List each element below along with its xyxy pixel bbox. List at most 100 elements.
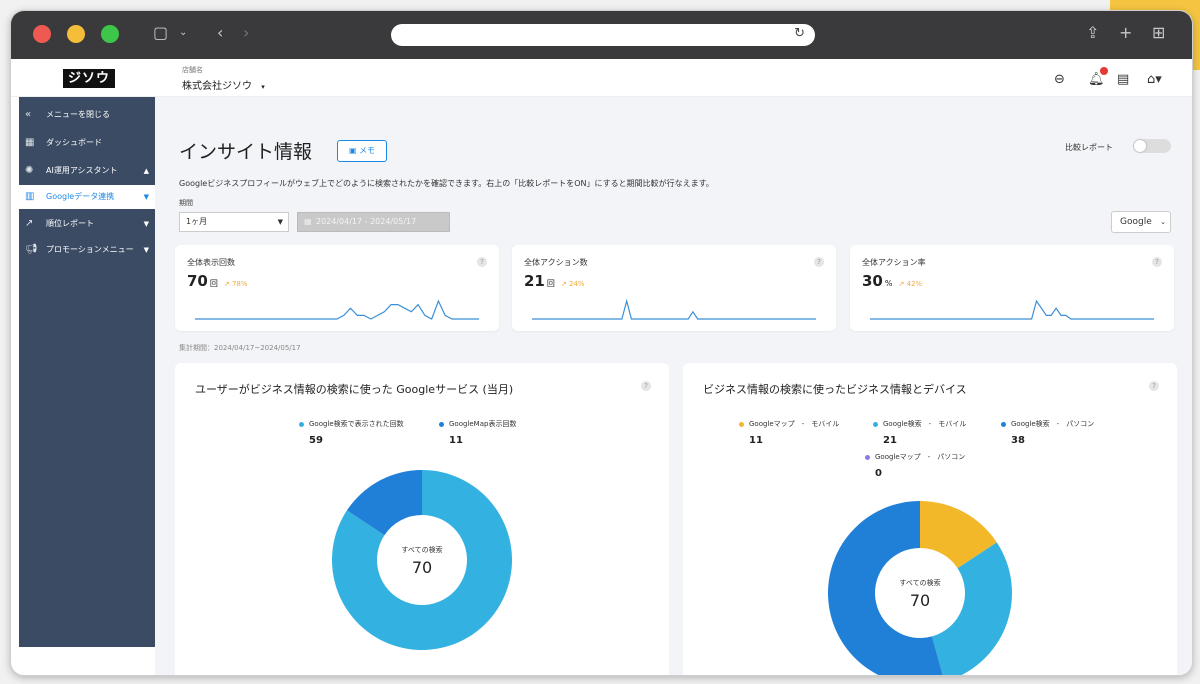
kpi-title: 全体表示回数 <box>187 258 235 267</box>
kpi-value-row: 21 回 ↗ 24% <box>524 272 585 290</box>
notification-badge <box>1100 67 1108 75</box>
donut-center-label: すべての検索 <box>899 579 941 587</box>
page-description: Googleビジネスプロフィールがウェブ上でどのように検索されたかを確認できます… <box>179 179 714 188</box>
kpi-trend: ↗ 78% <box>223 280 248 288</box>
bar-chart-icon: ▥ <box>25 191 35 202</box>
kpi-value-row: 30% ↗ 42% <box>862 272 922 290</box>
address-bar[interactable]: ↻ <box>391 24 815 46</box>
caret-up-icon: ▲ <box>143 167 149 175</box>
kpi-value-row: 70 回 ↗ 78% <box>187 272 248 290</box>
store-icon[interactable]: ⌂▾ <box>1147 72 1162 87</box>
sidebar-item-close-menu[interactable]: « メニューを閉じる <box>19 103 155 127</box>
kpi-value: 30 <box>862 272 883 290</box>
source-value: Google <box>1120 217 1152 227</box>
kpi-trend: ↗ 42% <box>898 280 923 288</box>
sidebar-item-google-data[interactable]: ▥ Googleデータ連携 ▼ <box>19 185 155 209</box>
caret-down-icon: ▼ <box>277 218 283 226</box>
google-service-panel: ユーザーがビジネス情報の検索に使った Googleサービス (当月) ? Goo… <box>175 363 669 675</box>
megaphone-icon: 📢︎ <box>25 244 38 255</box>
donut-chart <box>332 470 512 650</box>
chevron-down-icon: ⌄ <box>1160 218 1166 226</box>
memo-button[interactable]: ▣ メモ <box>337 140 387 162</box>
compare-report-label: 比較レポート <box>1065 143 1113 152</box>
date-range-field[interactable]: ▦ 2024/04/17 - 2024/05/17 <box>297 212 450 232</box>
kpi-title: 全体アクション数 <box>524 258 588 267</box>
help-icon[interactable]: ? <box>814 257 824 267</box>
sidebar-item-label: 順位レポート <box>46 219 94 228</box>
sparkline-chart <box>532 298 816 320</box>
compare-report-toggle[interactable] <box>1133 139 1171 153</box>
source-select[interactable]: Google ⌄ <box>1111 211 1171 233</box>
sidebar-item-label: AI運用アシスタント <box>46 166 118 175</box>
sidebar-item-label: メニューを閉じる <box>46 110 110 119</box>
reload-icon[interactable]: ↻ <box>794 26 805 41</box>
shop-selector[interactable]: 株式会社ジソウ ▾ <box>182 77 265 92</box>
browser-titlebar: ▢ ⌄ ‹ › ↻ ⇪ + ⊞ <box>11 11 1192 59</box>
chevron-down-icon[interactable]: ⌄ <box>179 27 187 38</box>
trend-line-icon: ↗ <box>25 218 34 229</box>
new-tab-icon[interactable]: + <box>1119 23 1132 42</box>
kpi-trend: ↗ 24% <box>560 280 585 288</box>
help-icon[interactable]: ? <box>1152 257 1162 267</box>
tab-overview-icon[interactable]: ⊞ <box>1152 23 1165 42</box>
sparkline-chart <box>195 299 479 320</box>
calendar-icon: ▦ <box>304 217 312 226</box>
ai-assistant-icon: ✺ <box>25 165 34 176</box>
book-icon[interactable]: ▤ <box>1117 72 1129 87</box>
maximize-window-button[interactable] <box>101 25 119 43</box>
page-title: インサイト情報 <box>179 141 313 163</box>
sidebar-item-label: プロモーションメニュー <box>46 245 134 254</box>
app-header: ジソウ 店舗名 株式会社ジソウ ▾ ⊖ 🔔︎ ▤ ⌂▾ <box>11 59 1192 97</box>
double-chevron-left-icon: « <box>25 109 32 120</box>
help-icon[interactable]: ? <box>477 257 487 267</box>
caret-down-icon: ▼ <box>143 193 149 201</box>
close-window-button[interactable] <box>33 25 51 43</box>
caret-down-icon: ▼ <box>143 220 149 228</box>
donut-center-label: すべての検索 <box>401 546 443 554</box>
donut-chart <box>828 501 1012 675</box>
memo-button-label: メモ <box>359 146 376 155</box>
toggle-icon[interactable]: ⊖ <box>1054 72 1065 87</box>
sidebar-item-label: Googleデータ連携 <box>46 192 115 201</box>
date-range-value: 2024/04/17 - 2024/05/17 <box>316 217 417 226</box>
sidebar-item-ai-assistant[interactable]: ✺ AI運用アシスタント ▲ <box>19 159 155 183</box>
caret-down-icon: ▼ <box>143 246 149 254</box>
browser-window: ▢ ⌄ ‹ › ↻ ⇪ + ⊞ ジソウ 店舗名 株式会社ジソウ ▾ ⊖ 🔔︎ ▤… <box>10 10 1193 676</box>
kpi-card-impressions: 全体表示回数 ? 70 回 ↗ 78% <box>175 245 499 331</box>
sparkline-series <box>532 298 816 320</box>
aggregation-period: 集計期間：2024/04/17~2024/05/17 <box>179 344 301 352</box>
kpi-unit: 回 <box>209 279 218 288</box>
business-device-panel: ビジネス情報の検索に使ったビジネス情報とデバイス ? Googleマップ - モ… <box>683 363 1177 675</box>
sparkline-chart <box>870 299 1154 320</box>
minimize-window-button[interactable] <box>67 25 85 43</box>
logo: ジソウ <box>63 69 115 88</box>
sparkline-series <box>870 299 1154 320</box>
kpi-card-actions: 全体アクション数 ? 21 回 ↗ 24% <box>512 245 836 331</box>
caret-down-icon: ▾ <box>261 83 265 91</box>
sidebar-item-rank-report[interactable]: ↗ 順位レポート ▼ <box>19 212 155 236</box>
sidebar-toggle-icon[interactable]: ▢ <box>153 23 168 42</box>
share-icon[interactable]: ⇪ <box>1086 23 1099 42</box>
sidebar-item-dashboard[interactable]: ▦ ダッシュボード <box>19 131 155 155</box>
dashboard-icon: ▦ <box>25 137 35 148</box>
period-select[interactable]: 1ヶ月 ▼ <box>179 212 289 232</box>
sparkline-series <box>195 299 479 320</box>
sidebar: « メニューを閉じる ▦ ダッシュボード ✺ AI運用アシスタント ▲ ▥ Go… <box>19 97 155 647</box>
donut-center-value: 70 <box>909 591 931 610</box>
donut-center-value: 70 <box>411 558 433 577</box>
sidebar-item-promotion[interactable]: 📢︎ プロモーションメニュー ▼ <box>19 238 155 262</box>
main-content: インサイト情報 ▣ メモ 比較レポート Googleビジネスプロフィールがウェブ… <box>155 97 1192 675</box>
period-label: 期間 <box>179 199 193 207</box>
forward-icon[interactable]: › <box>243 23 249 42</box>
sidebar-item-label: ダッシュボード <box>46 138 102 147</box>
period-value: 1ヶ月 <box>186 217 208 226</box>
kpi-unit: % <box>884 279 893 288</box>
kpi-value: 70 <box>187 272 208 290</box>
kpi-card-action-rate: 全体アクション率 ? 30% ↗ 42% <box>850 245 1174 331</box>
kpi-title: 全体アクション率 <box>862 258 926 267</box>
memo-icon: ▣ <box>348 146 357 155</box>
kpi-unit: 回 <box>546 279 555 288</box>
shop-name: 株式会社ジソウ <box>182 81 252 92</box>
back-icon[interactable]: ‹ <box>217 23 223 42</box>
kpi-value: 21 <box>524 272 545 290</box>
